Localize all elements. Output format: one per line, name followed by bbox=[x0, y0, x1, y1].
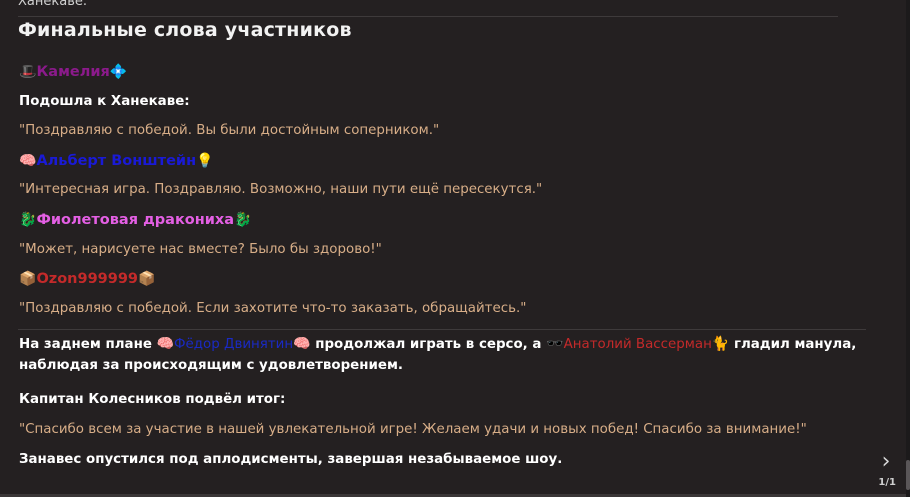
participant-name: Камелия bbox=[36, 64, 110, 80]
anatoly-name: Анатолий Вассерман bbox=[563, 337, 712, 352]
divider-top bbox=[18, 16, 838, 17]
brain-icon: 🧠 bbox=[293, 336, 311, 352]
captain-label: Капитан Колесников подвёл итог: bbox=[19, 392, 286, 407]
page-title: Финальные слова участников bbox=[18, 19, 352, 41]
participant-header-dragon: 🐉Фиолетовая дракониха🐉 bbox=[19, 211, 252, 230]
brain-icon: 🧠 bbox=[19, 153, 37, 169]
participant-name: Ozon999999 bbox=[36, 271, 139, 287]
lightbulb-icon: 💡 bbox=[196, 153, 214, 169]
ozon-quote: "Поздравляю с победой. Если захотите что… bbox=[19, 301, 527, 316]
participant-header-kamelia: 🎩Камелия💠 bbox=[19, 63, 127, 82]
dragon-icon: 🐉 bbox=[19, 212, 37, 228]
dragon-quote: "Может, нарисуете нас вместе? Было бы зд… bbox=[19, 242, 382, 257]
chevron-right-icon[interactable]: › bbox=[874, 450, 898, 474]
kamelia-quote: "Поздравляю с победой. Вы были достойным… bbox=[19, 123, 440, 138]
package-icon: 📦 bbox=[19, 271, 37, 287]
clipped-previous-text: Ханекаве. bbox=[18, 0, 87, 9]
fedor-name: Фёдор Двинятин bbox=[174, 337, 294, 352]
cat-icon: 🐈 bbox=[711, 336, 730, 352]
scrollbar-thumb[interactable] bbox=[906, 460, 910, 490]
dragon-icon: 🐉 bbox=[234, 212, 252, 228]
scrollbar-track[interactable] bbox=[906, 0, 910, 497]
kamelia-action: Подошла к Ханекаве: bbox=[19, 94, 190, 109]
captain-quote: "Спасибо всем за участие в нашей увлекат… bbox=[19, 422, 807, 437]
brain-icon: 🧠 bbox=[156, 336, 175, 352]
page-indicator: 1/1 bbox=[878, 477, 896, 488]
closing-text: Занавес опустился под аплодисменты, заве… bbox=[19, 452, 563, 467]
albert-quote: "Интересная игра. Поздравляю. Возможно, … bbox=[19, 182, 543, 197]
participant-header-ozon: 📦Ozon999999📦 bbox=[19, 270, 155, 289]
participant-header-albert: 🧠Альберт Вонштейн💡 bbox=[19, 152, 214, 171]
diamond-icon: 💠 bbox=[109, 64, 128, 80]
narration-text: продолжал играть в серсо, а bbox=[310, 337, 547, 352]
narration-paragraph: На заднем плане 🧠Фёдор Двинятин🧠 продолж… bbox=[19, 334, 879, 376]
participant-name: Фиолетовая дракониха bbox=[36, 212, 235, 228]
sunglasses-icon: 🕶️ bbox=[546, 336, 564, 352]
top-hat-icon: 🎩 bbox=[19, 64, 37, 80]
narration-text: На заднем плане bbox=[19, 337, 157, 352]
participant-name: Альберт Вонштейн bbox=[36, 153, 197, 169]
divider-middle bbox=[18, 329, 866, 330]
package-icon: 📦 bbox=[138, 271, 156, 287]
